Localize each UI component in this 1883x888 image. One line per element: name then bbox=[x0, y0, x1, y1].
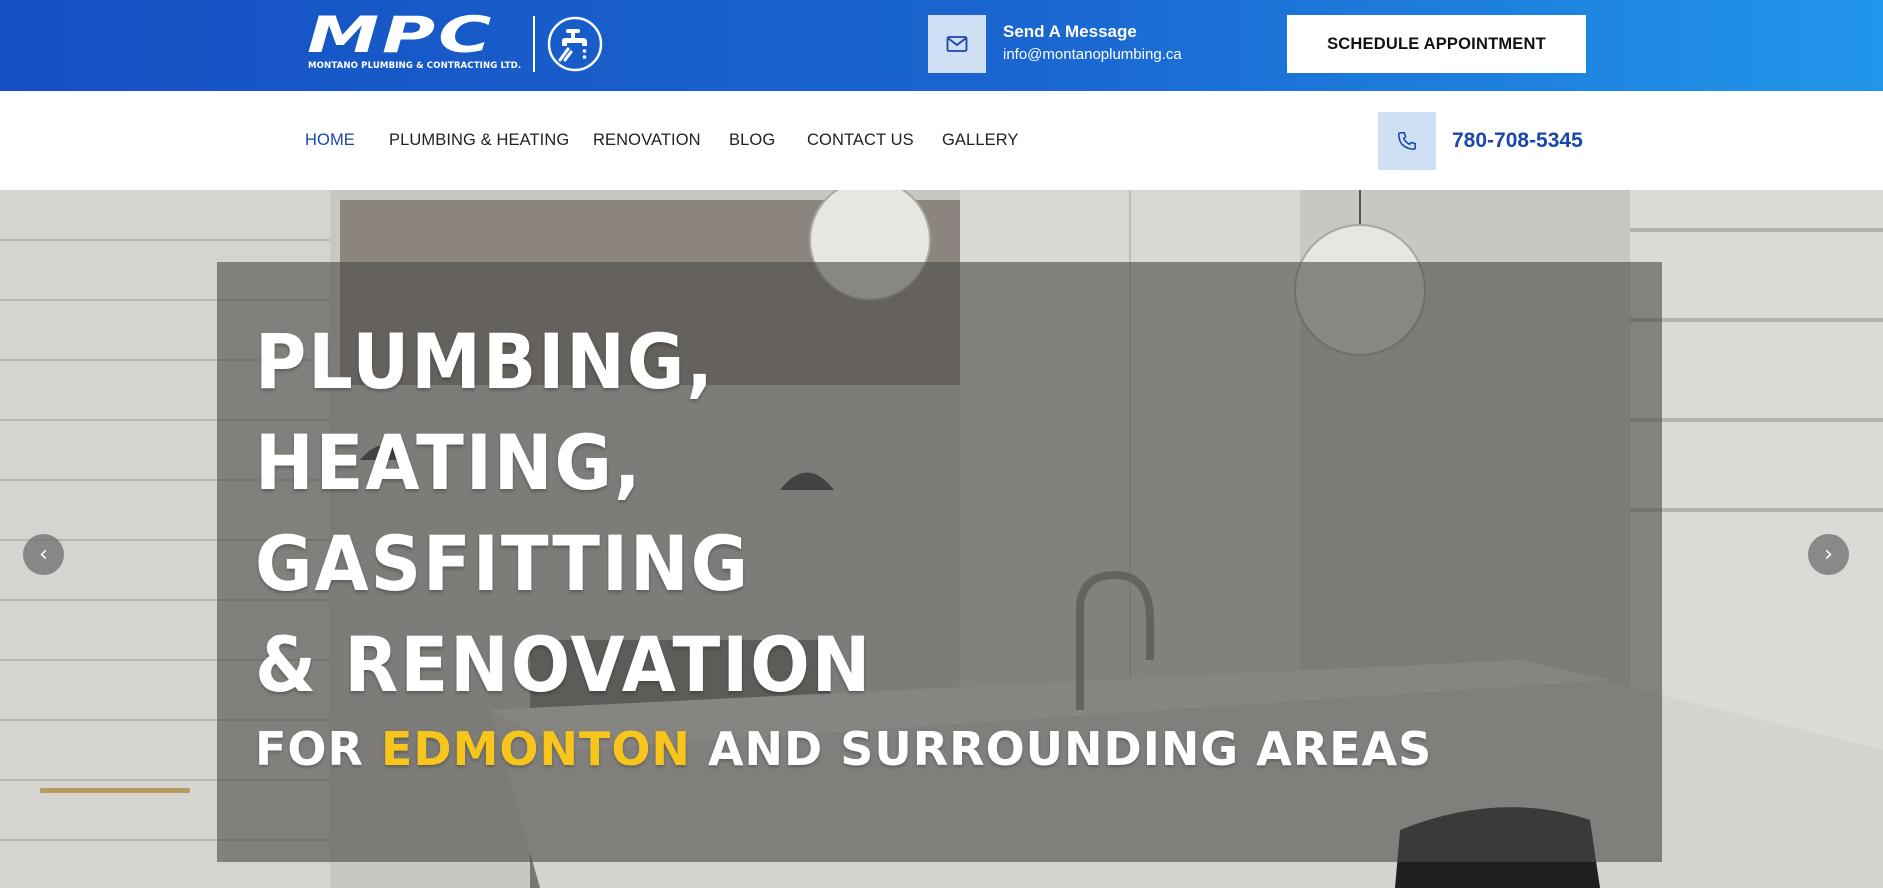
hero-headline-line-4: & RENOVATION bbox=[255, 621, 873, 710]
schedule-appointment-button[interactable]: SCHEDULE APPOINTMENT bbox=[1287, 15, 1586, 73]
hero-sub-prefix: FOR bbox=[255, 722, 381, 776]
logo-company-name: MONTANO PLUMBING & CONTRACTING LTD. bbox=[308, 61, 522, 71]
logo-wordmark: MPC bbox=[307, 6, 495, 64]
nav-item-contact-us[interactable]: CONTACT US bbox=[807, 131, 914, 150]
phone-number-link[interactable]: 780-708-5345 bbox=[1452, 129, 1583, 153]
hero-sub-suffix: AND SURROUNDING AREAS bbox=[690, 722, 1433, 776]
phone-icon-box[interactable] bbox=[1378, 112, 1436, 170]
contact-email-link[interactable]: info@montanoplumbing.ca bbox=[1003, 46, 1182, 63]
slider-next-arrow-icon[interactable]: › bbox=[1808, 534, 1849, 575]
nav-item-gallery[interactable]: GALLERY bbox=[942, 131, 1019, 150]
hero-subheadline: FOR EDMONTON AND SURROUNDING AREAS bbox=[255, 722, 1432, 776]
nav-item-renovation[interactable]: RENOVATION bbox=[593, 131, 701, 150]
slider-prev-arrow-icon[interactable]: ‹ bbox=[23, 534, 64, 575]
send-message-title[interactable]: Send A Message bbox=[1003, 22, 1137, 42]
hero-sub-city: EDMONTON bbox=[380, 722, 691, 776]
hero-headline-line-1: PLUMBING, bbox=[255, 318, 715, 407]
hero-slider: PLUMBING, HEATING, GASFITTING & RENOVATI… bbox=[0, 190, 1883, 888]
company-logo[interactable]: MPC MONTANO PLUMBING & CONTRACTING LTD. bbox=[307, 6, 607, 74]
message-icon-box[interactable] bbox=[928, 15, 986, 73]
main-nav: HOME PLUMBING & HEATING RENOVATION BLOG … bbox=[0, 91, 1883, 190]
nav-item-plumbing-heating[interactable]: PLUMBING & HEATING bbox=[389, 131, 569, 150]
nav-item-blog[interactable]: BLOG bbox=[729, 131, 775, 150]
faucet-emblem-icon bbox=[547, 16, 603, 72]
envelope-icon bbox=[946, 36, 968, 52]
top-bar: MPC MONTANO PLUMBING & CONTRACTING LTD. … bbox=[0, 0, 1883, 91]
hero-headline-line-3: GASFITTING bbox=[255, 520, 751, 609]
nav-item-home[interactable]: HOME bbox=[305, 131, 355, 150]
phone-icon bbox=[1397, 131, 1417, 151]
hero-headline-line-2: HEATING, bbox=[255, 419, 643, 508]
logo-divider bbox=[533, 16, 535, 72]
